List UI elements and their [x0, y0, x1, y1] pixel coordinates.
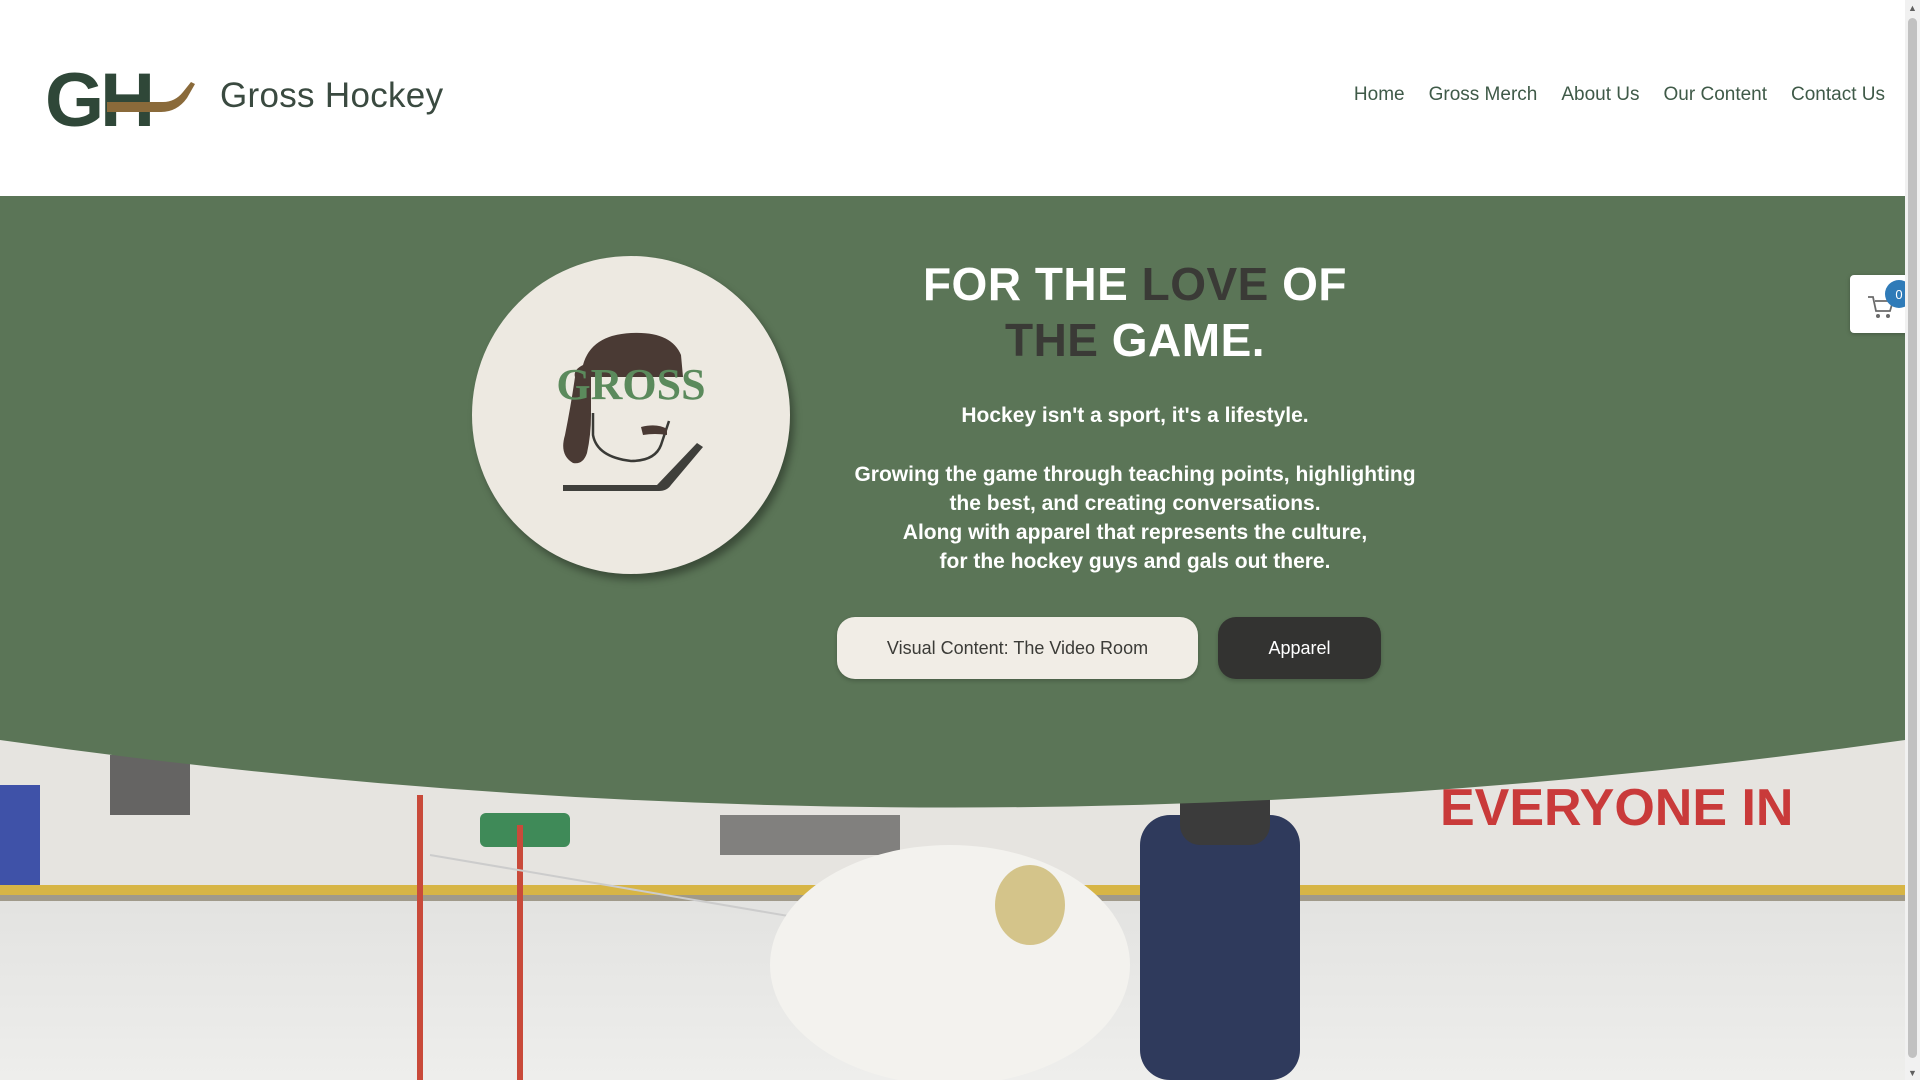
gross-badge-image: GROSS: [472, 256, 790, 574]
scroll-thumb[interactable]: [1908, 18, 1917, 1058]
video-room-button[interactable]: Visual Content: The Video Room: [837, 617, 1198, 679]
page-scrollbar[interactable]: ▲ ▼: [1905, 0, 1920, 1080]
gh-logo[interactable]: GH: [45, 58, 195, 143]
nav-our-content[interactable]: Our Content: [1652, 84, 1780, 106]
headline-part-love: LOVE: [1141, 258, 1269, 310]
hero-body-line: the best, and creating conversations.: [949, 492, 1321, 515]
hero-body-line: for the hockey guys and gals out there.: [939, 550, 1331, 573]
site-title[interactable]: Gross Hockey: [220, 76, 443, 116]
site-header: GH Gross Hockey Home Gross Merch About U…: [0, 0, 1905, 196]
nav-contact-us[interactable]: Contact Us: [1779, 84, 1885, 106]
hero-tagline: Hockey isn't a sport, it's a lifestyle.: [961, 404, 1309, 427]
apparel-button[interactable]: Apparel: [1218, 617, 1381, 679]
nav-about-us[interactable]: About Us: [1549, 84, 1651, 106]
main-nav: Home Gross Merch About Us Our Content Co…: [1342, 84, 1885, 106]
hero-body-line: Along with apparel that represents the c…: [902, 521, 1368, 544]
headline-part-5: GAME.: [1098, 314, 1266, 366]
nav-home[interactable]: Home: [1342, 84, 1417, 106]
curve-separator: [0, 735, 1905, 808]
headline-part-the: THE: [1004, 314, 1099, 366]
scroll-down-icon[interactable]: ▼: [1905, 1065, 1920, 1080]
hero-headline: FOR THE LOVE OF THE GAME.: [835, 256, 1435, 368]
scroll-up-icon[interactable]: ▲: [1905, 0, 1920, 15]
logo-text: GH: [45, 62, 151, 130]
hero-body: Growing the game through teaching points…: [835, 460, 1435, 576]
nav-gross-merch[interactable]: Gross Merch: [1417, 84, 1550, 106]
headline-part-1: FOR THE: [922, 258, 1142, 310]
badge-text: GROSS: [556, 360, 705, 409]
hero-body-line: Growing the game through teaching points…: [854, 463, 1416, 486]
headline-part-3: OF: [1268, 258, 1348, 310]
